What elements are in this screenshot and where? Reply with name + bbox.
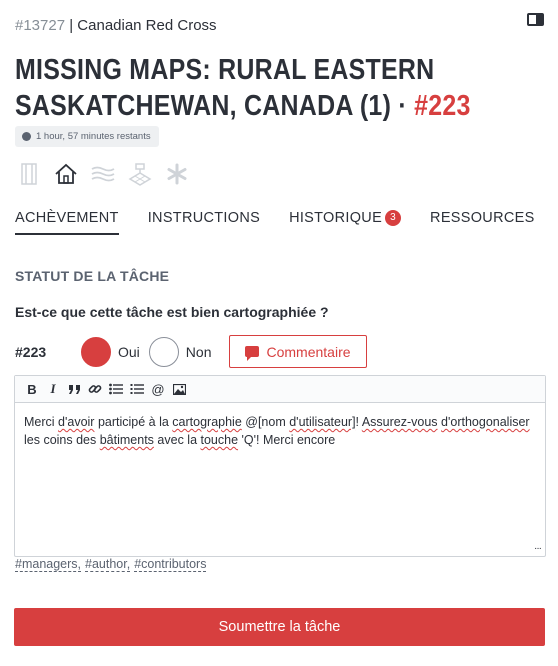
project-id-link[interactable]: #13727 [15,17,65,34]
organization-name: Canadian Red Cross [77,17,217,34]
validation-row: #223 Oui Non Commentaire [15,335,367,368]
comment-text: avec la [153,433,201,447]
italic-icon[interactable]: I [45,381,61,397]
tab-label: RESSOURCES [430,210,535,226]
tool-icons [16,161,189,186]
mention-suggestions: #managers, #author, #contributors [15,557,207,572]
waves-icon[interactable] [90,161,115,186]
submit-task-button[interactable]: Soumettre la tâche [14,608,545,646]
tab-label: HISTORIQUE [289,210,383,226]
no-label: Non [185,343,212,360]
time-remaining-text: 1 hour, 57 minutes restants [36,131,151,142]
time-remaining-badge: 1 hour, 57 minutes restants [15,126,159,147]
history-count-badge: 3 [385,210,402,226]
editor-toolbar: B I @ [15,376,545,403]
mention-author[interactable]: #author, [85,557,131,572]
tab-ressources[interactable]: RESSOURCES [430,210,535,235]
bulleted-list-icon[interactable] [108,381,124,397]
comment-label: Commentaire [266,343,351,360]
comment-button[interactable]: Commentaire [229,335,367,368]
numbered-list-icon[interactable] [129,381,145,397]
comment-text: participé à la [94,415,173,429]
title-dot: · [391,90,415,122]
task-id-label: #223 [15,343,47,360]
comment-icon [245,346,260,361]
timer-icon [22,132,31,141]
comment-textarea[interactable]: Merci d'avoir participé à la cartographi… [15,403,545,459]
project-title: MISSING MAPS: RURAL EASTERN SASKATCHEWAN… [15,54,435,122]
page-title: MISSING MAPS: RURAL EASTERN SASKATCHEWAN… [15,52,471,124]
comment-text: Merci [24,415,59,429]
comment-text: 'Q'! Merci encore [238,433,336,447]
task-number: #223 [414,90,471,122]
misspelled-word: d'avoir [58,415,95,429]
mapping-question: Est-ce que cette tâche est bien cartogra… [15,304,329,320]
project-header: #13727 | Canadian Red Cross [15,17,217,34]
resize-handle-icon[interactable]: ··· [534,543,542,554]
tab-instructions[interactable]: INSTRUCTIONS [148,210,260,235]
yes-radio[interactable] [81,336,111,367]
image-icon[interactable] [171,381,187,397]
header-separator: | [65,17,78,34]
misspelled-word: d'utilisateur] [289,415,356,429]
misspelled-word: d'orthogonaliser [441,415,530,429]
home-icon[interactable] [53,161,78,186]
tab-achevement[interactable]: ACHÈVEMENT [15,210,119,235]
comment-text: @[nom [241,415,290,429]
misspelled-word: touche [200,433,239,447]
bold-icon[interactable]: B [24,381,40,397]
mention-contributors[interactable]: #contributors [134,557,207,572]
yes-label: Oui [118,343,140,360]
mention-managers[interactable]: #managers, [15,557,82,572]
task-tabs: ACHÈVEMENT INSTRUCTIONS HISTORIQUE 3 RESS… [15,210,558,235]
task-status-heading: STATUT DE LA TÂCHE [15,268,170,284]
no-radio[interactable] [148,336,179,367]
comment-text: les coins des [24,433,100,447]
tab-label: ACHÈVEMENT [15,210,119,226]
asterisk-icon[interactable] [164,161,189,186]
tab-label: INSTRUCTIONS [147,210,261,226]
comment-editor[interactable]: B I @ Merci d'avoir participé à la carto… [14,375,546,557]
misspelled-word: bâtiments [99,433,154,447]
quote-icon[interactable] [66,381,82,397]
misspelled-word: cartographie [172,415,242,429]
tab-historique[interactable]: HISTORIQUE 3 [289,210,402,235]
link-icon[interactable] [87,381,103,397]
mention-icon[interactable]: @ [150,381,166,397]
misspelled-word: Assurez-vous [361,415,438,429]
panel-toggle-icon[interactable] [527,13,544,26]
sidebar-icon[interactable] [16,161,41,186]
terrain-icon[interactable] [127,161,152,186]
